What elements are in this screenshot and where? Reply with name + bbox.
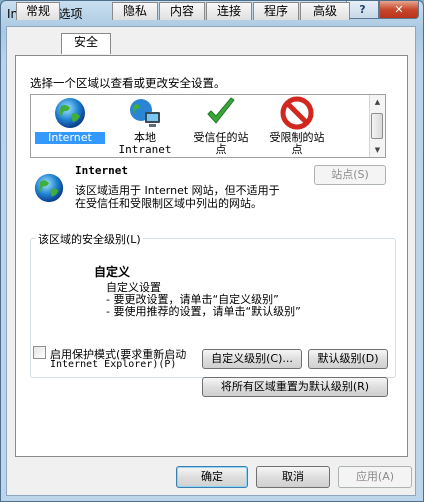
zone-restricted-sites[interactable]: 受限制的站 点 xyxy=(261,95,333,156)
protected-mode-checkbox[interactable] xyxy=(33,346,46,359)
scroll-thumb[interactable] xyxy=(371,113,383,139)
tab-security[interactable]: 安全 xyxy=(61,33,111,54)
zone-label-line2: 点 xyxy=(291,143,303,156)
level-name: 自定义 xyxy=(94,265,131,279)
cancel-button[interactable]: 取消 xyxy=(256,466,330,488)
zone-label-line2: 点 xyxy=(215,143,227,156)
tab-general[interactable]: 常规 xyxy=(16,2,60,20)
tab-content[interactable]: 内容 xyxy=(159,2,205,20)
zone-label-line2: Intranet xyxy=(118,143,172,156)
zone-prompt: 选择一个区域以查看或更改安全设置。 xyxy=(30,76,226,90)
help-icon: ? xyxy=(359,3,366,16)
tab-privacy[interactable]: 隐私 xyxy=(112,2,158,20)
level-desc-line3: - 要使用推荐的设置，请单击“默认级别” xyxy=(106,305,301,318)
intranet-icon xyxy=(130,99,160,127)
zone-local-intranet[interactable]: 本地 Intranet xyxy=(109,95,181,156)
default-level-button[interactable]: 默认级别(D) xyxy=(308,349,388,369)
scroll-up-icon[interactable]: ▲ xyxy=(370,95,385,109)
tab-advanced[interactable]: 高级 xyxy=(300,2,350,20)
reset-all-zones-button[interactable]: 将所有区域重置为默认级别(R) xyxy=(202,377,388,397)
tab-programs[interactable]: 程序 xyxy=(253,2,299,20)
tab-connections[interactable]: 连接 xyxy=(206,2,252,20)
zone-label: Internet xyxy=(35,132,105,144)
scroll-down-icon[interactable]: ▼ xyxy=(370,143,385,157)
security-level-legend: 该区域的安全级别(L) xyxy=(36,231,143,247)
restricted-icon xyxy=(280,96,314,130)
zone-description-line2: 在受信任和受限制区域中列出的网站。 xyxy=(75,197,262,210)
close-button[interactable]: ✕ xyxy=(379,1,419,19)
help-button[interactable]: ? xyxy=(346,1,379,19)
sites-button[interactable]: 站点(S) xyxy=(314,165,386,185)
zone-trusted-sites[interactable]: 受信任的站 点 xyxy=(185,95,257,156)
globe-icon xyxy=(55,98,85,128)
checkmark-icon xyxy=(207,97,235,124)
zone-internet[interactable]: Internet xyxy=(35,95,105,144)
zone-list-scrollbar[interactable]: ▲ ▼ xyxy=(369,95,385,157)
zone-name: Internet xyxy=(75,164,128,177)
ok-button[interactable]: 确定 xyxy=(176,466,248,488)
zone-list[interactable]: Internet 本地 Intranet 受信任的站 点 受限制的站 点 ▲ ▼ xyxy=(30,94,386,158)
globe-icon xyxy=(34,173,64,203)
apply-button[interactable]: 应用(A) xyxy=(338,466,412,488)
custom-level-button[interactable]: 自定义级别(C)... xyxy=(202,349,302,369)
protected-mode-label-line2: Internet Explorer)(P) xyxy=(50,359,177,370)
close-icon: ✕ xyxy=(394,3,404,16)
